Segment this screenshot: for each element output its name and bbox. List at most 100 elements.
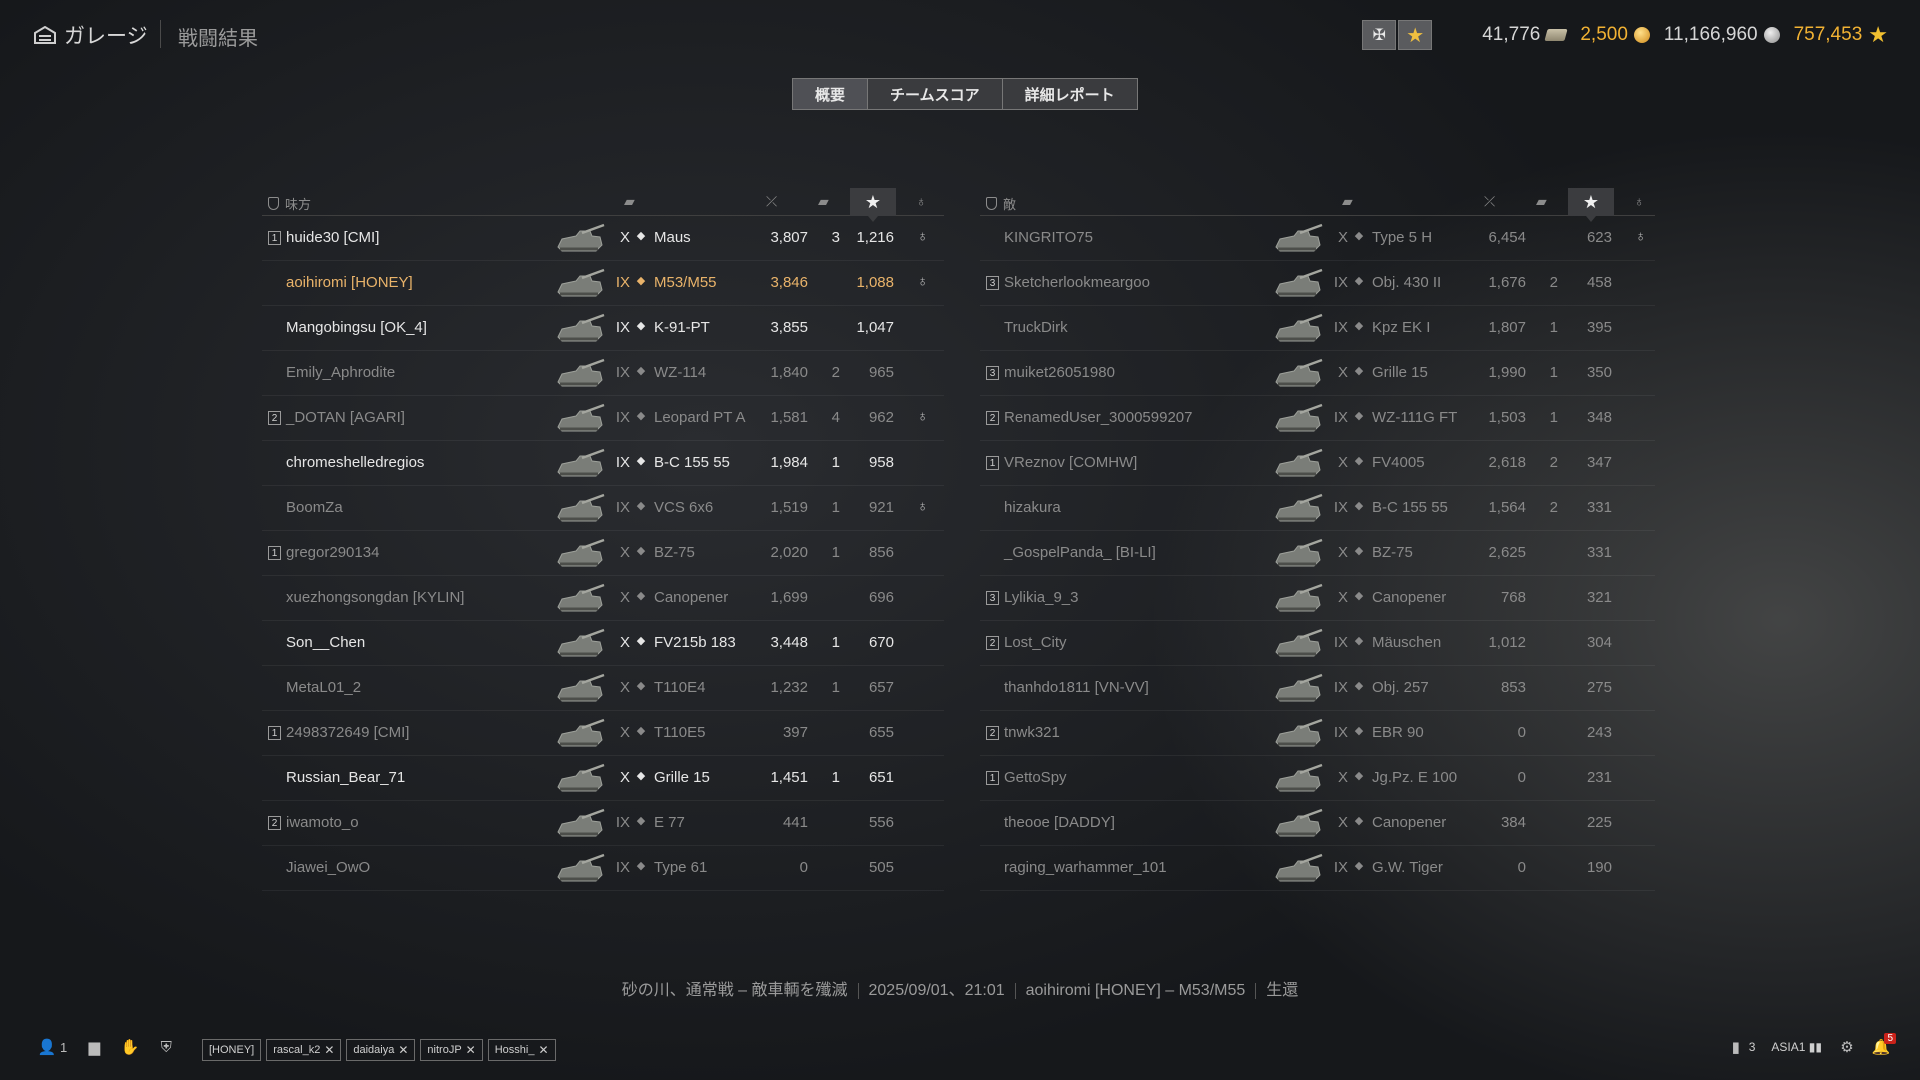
bonds-display[interactable]: 41,776 <box>1482 24 1568 46</box>
player-row[interactable]: 2 tnwk321 IX ◆ EBR 90 0 243 <box>980 711 1655 756</box>
settings-gear-icon[interactable]: ⚙ <box>1838 1039 1856 1056</box>
player-row[interactable]: 3 muiket26051980 X ◆ Grille 15 1,990 1 350 <box>980 351 1655 396</box>
player-row[interactable]: 2 iwamoto_o IX ◆ E 77 441 556 <box>262 801 944 846</box>
player-row[interactable]: 1 huide30 [CMI] X ◆ Maus 3,807 3 1,216 ♁ <box>262 216 944 261</box>
medal-column-icon[interactable]: ♁ <box>1634 193 1645 209</box>
credits-display[interactable]: 11,166,960 <box>1664 24 1780 46</box>
garage-nav-button[interactable]: ガレージ <box>34 20 148 50</box>
player-row[interactable]: Emily_Aphrodite IX ◆ WZ-114 1,840 2 965 <box>262 351 944 396</box>
player-row[interactable]: theooe [DADDY] X ◆ Canopener 384 225 <box>980 801 1655 846</box>
platoon-badge: 2 <box>986 411 999 425</box>
bonds-value: 41,776 <box>1482 24 1541 45</box>
player-name: RenamedUser_3000599207 <box>1004 409 1193 426</box>
medal-icon[interactable]: ♁ <box>917 228 928 245</box>
player-row[interactable]: xuezhongsongdan [KYLIN] X ◆ Canopener 1,699 6… <box>262 576 944 621</box>
damage-column-icon[interactable]: ⤫ <box>766 193 777 210</box>
medal-icon[interactable]: ♁ <box>917 408 928 425</box>
vehicle-class-icon: ◆ <box>636 725 646 737</box>
damage-value: 1,840 <box>770 364 808 381</box>
player-row[interactable]: thanhdo1811 [VN-VV] IX ◆ Obj. 257 853 275 <box>980 666 1655 711</box>
player-name: aoihiromi [HONEY] <box>286 274 413 291</box>
close-icon[interactable]: ✕ <box>324 1043 334 1057</box>
player-row[interactable]: _GospelPanda_ [BI-LI] X ◆ BZ-75 2,625 331 <box>980 531 1655 576</box>
platoon-tag[interactable]: nitroJP ✕ <box>420 1039 483 1061</box>
player-row[interactable]: aoihiromi [HONEY] IX ◆ M53/M55 3,846 1,088 ♁ <box>262 261 944 306</box>
damage-column-icon[interactable]: ⤫ <box>1484 193 1495 210</box>
player-row[interactable]: 2 _DOTAN [AGARI] IX ◆ Leopard PT A 1,581 4 962 ♁ <box>262 396 944 441</box>
kills-value: 1 <box>1549 319 1558 336</box>
close-icon[interactable]: ✕ <box>398 1043 408 1057</box>
battle-results-nav[interactable]: 戦闘結果 <box>178 22 258 51</box>
tank-icon <box>552 851 606 887</box>
gold-display[interactable]: 2,500 <box>1580 24 1650 46</box>
tab-detailed-report[interactable]: 詳細レポート <box>1002 79 1137 109</box>
player-name: Mangobingsu [OK_4] <box>286 319 427 336</box>
tank-icon <box>1270 446 1324 482</box>
damage-value: 1,503 <box>1488 409 1526 426</box>
platoon-tag[interactable]: [HONEY] <box>202 1039 262 1061</box>
platoon-tag[interactable]: rascal_k2 ✕ <box>266 1039 342 1061</box>
damage-value: 1,564 <box>1488 499 1526 516</box>
user-icon: 👤 <box>37 1039 57 1056</box>
chat-icon[interactable]: ▆ <box>85 1039 103 1056</box>
notifications-bell-icon[interactable]: 🔔 5 <box>1872 1033 1896 1056</box>
platoon-tag[interactable]: Hosshi_ ✕ <box>487 1039 556 1061</box>
enemies-rows: KINGRITO75 X ◆ Type 5 H 6,454 623 ♁ 3 Sketcherlo… <box>980 216 1655 891</box>
xp-value: 304 <box>1586 634 1612 651</box>
vehicle-name: Kpz EK I <box>1372 319 1431 336</box>
medal-column-icon[interactable]: ♁ <box>916 193 927 209</box>
medal-icon[interactable]: ♁ <box>917 273 928 290</box>
player-row[interactable]: 1 2498372649 [CMI] X ◆ T110E5 397 655 <box>262 711 944 756</box>
vehicle-name: E 77 <box>654 814 685 831</box>
player-row[interactable]: Son__Chen X ◆ FV215b 183 3,448 1 670 <box>262 621 944 666</box>
player-row[interactable]: 1 gregor290134 X ◆ BZ-75 2,020 1 856 <box>262 531 944 576</box>
close-icon[interactable]: ✕ <box>538 1043 548 1057</box>
player-row[interactable]: MetaL01_2 X ◆ T110E4 1,232 1 657 <box>262 666 944 711</box>
clan-shield-icon[interactable]: ⛨ <box>157 1039 175 1056</box>
sessions-stats-button[interactable]: ▮ 3 <box>1727 1039 1756 1056</box>
tab-team-score[interactable]: チームスコア <box>868 79 1003 109</box>
player-row[interactable]: BoomZa IX ◆ VCS 6x6 1,519 1 921 ♁ <box>262 486 944 531</box>
server-indicator[interactable]: ASIA1 ▮▮ <box>1771 1040 1822 1054</box>
player-row[interactable]: Jiawei_OwO IX ◆ Type 61 0 505 <box>262 846 944 891</box>
player-row[interactable]: hizakura IX ◆ B-C 155 55 1,564 2 331 <box>980 486 1655 531</box>
player-row[interactable]: Mangobingsu [OK_4] IX ◆ K-91-PT 3,855 1,047 <box>262 306 944 351</box>
kills-column-icon[interactable]: ▰ <box>1536 193 1547 210</box>
free-xp-display[interactable]: 757,453 ★ <box>1794 22 1888 48</box>
player-row[interactable]: 2 RenamedUser_3000599207 IX ◆ WZ-111G FT 1,50… <box>980 396 1655 441</box>
xp-column-star-icon[interactable]: ★ <box>850 188 896 222</box>
player-row[interactable]: raging_warhammer_101 IX ◆ G.W. Tiger 0 190 <box>980 846 1655 891</box>
vehicle-column-icon[interactable]: ▰ <box>1342 193 1353 210</box>
premium-account-button[interactable]: ✠ <box>1362 20 1397 50</box>
tab-summary[interactable]: 概要 <box>793 79 869 109</box>
player-row[interactable]: 2 Lost_City IX ◆ Mäuschen 1,012 304 <box>980 621 1655 666</box>
medal-icon[interactable]: ♁ <box>917 498 928 515</box>
kills-column-icon[interactable]: ▰ <box>818 193 829 210</box>
player-row[interactable]: KINGRITO75 X ◆ Type 5 H 6,454 623 ♁ <box>980 216 1655 261</box>
tank-icon <box>552 356 606 392</box>
tank-icon <box>552 221 606 257</box>
player-row[interactable]: 1 GettoSpy X ◆ Jg.Pz. E 100 0 231 <box>980 756 1655 801</box>
enemies-title: 敵 <box>986 194 1016 213</box>
contacts-button[interactable]: 👤 1 <box>37 1039 68 1056</box>
vehicle-name: BZ-75 <box>654 544 695 561</box>
player-name: _DOTAN [AGARI] <box>286 409 405 426</box>
medal-icon[interactable]: ♁ <box>1635 228 1646 245</box>
handshake-icon[interactable]: ✋ <box>121 1039 140 1056</box>
xp-value: 243 <box>1586 724 1612 741</box>
player-row[interactable]: 3 Sketcherlookmeargoo IX ◆ Obj. 430 II 1,676 2… <box>980 261 1655 306</box>
vehicle-tier: IX <box>1333 499 1348 516</box>
bottom-left-controls: 👤 1 ▆ ✋ ⛨ <box>37 1039 175 1057</box>
player-row[interactable]: chromeshelledregios IX ◆ B-C 155 55 1,984 1 95… <box>262 441 944 486</box>
vehicle-column-icon[interactable]: ▰ <box>624 193 635 210</box>
xp-value: 958 <box>868 454 894 471</box>
player-row[interactable]: 3 Lylikia_9_3 X ◆ Canopener 768 321 <box>980 576 1655 621</box>
platoon-tag[interactable]: daidaiya ✕ <box>346 1039 416 1061</box>
xp-column-star-icon[interactable]: ★ <box>1568 188 1614 222</box>
damage-value: 6,454 <box>1488 229 1526 246</box>
wot-plus-button[interactable]: ★ <box>1398 20 1433 50</box>
player-row[interactable]: 1 VReznov [COMHW] X ◆ FV4005 2,618 2 347 <box>980 441 1655 486</box>
player-row[interactable]: TruckDirk IX ◆ Kpz EK I 1,807 1 395 <box>980 306 1655 351</box>
player-row[interactable]: Russian_Bear_71 X ◆ Grille 15 1,451 1 651 <box>262 756 944 801</box>
close-icon[interactable]: ✕ <box>466 1043 476 1057</box>
